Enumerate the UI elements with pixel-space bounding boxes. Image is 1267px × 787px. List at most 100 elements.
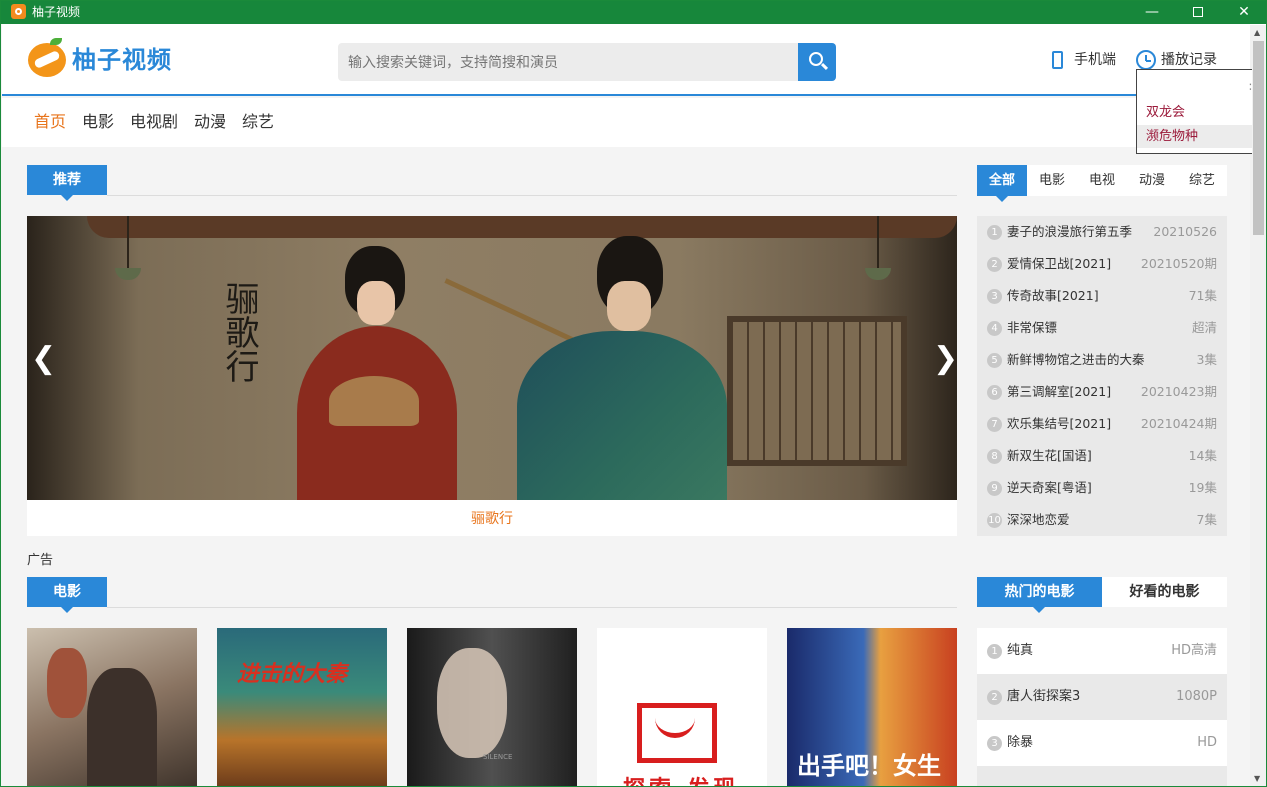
recommend-section-title: 推荐 xyxy=(27,165,107,201)
main-nav: 首页 电影 电视剧 动漫 综艺 xyxy=(2,98,1266,147)
rank-title: 传奇故事[2021] xyxy=(1007,288,1099,303)
rank-title: 逆天奇案[粤语] xyxy=(1007,480,1092,495)
app-window: 柚子视频 — ✕ 柚子视频 手机端 播放记录 ∶ 双龙会 濒危物种 首页 xyxy=(0,0,1267,787)
rank-number: 10 xyxy=(987,513,1002,528)
nav-anime[interactable]: 动漫 xyxy=(194,111,226,133)
scroll-down-icon[interactable]: ▼ xyxy=(1254,774,1260,783)
rank-episode: 20210424期 xyxy=(1140,416,1217,431)
vertical-scrollbar[interactable]: ▲ ▼ xyxy=(1250,25,1266,786)
rank-number: 1 xyxy=(987,644,1002,659)
list-item[interactable]: 2 爱情保卫战[2021] 20210520期 xyxy=(977,248,1227,280)
tab-all[interactable]: 全部 xyxy=(977,165,1027,202)
rank-number: 7 xyxy=(987,417,1002,432)
mobile-link[interactable]: 手机端 xyxy=(1052,50,1116,70)
tab-movie[interactable]: 电影 xyxy=(1027,165,1077,196)
rank-episode: 7集 xyxy=(1196,512,1217,527)
rank-episode: 20210520期 xyxy=(1140,256,1217,271)
list-item[interactable]: 4 非常保镖 超清 xyxy=(977,312,1227,344)
hero-next-arrow-icon[interactable]: ❯ xyxy=(933,341,958,376)
history-link[interactable]: 播放记录 xyxy=(1136,50,1217,70)
rank-episode: 3集 xyxy=(1196,352,1217,367)
poster-title: 出手吧！女生 xyxy=(797,752,941,780)
movie-poster[interactable]: 探索·发现 xyxy=(597,628,767,786)
close-button[interactable]: ✕ xyxy=(1221,1,1266,24)
hero-calligraphy: 骊歌行 xyxy=(219,281,259,383)
poster-title: 探索·发现 xyxy=(623,771,739,786)
nav-tv[interactable]: 电视剧 xyxy=(130,111,178,133)
scroll-up-icon[interactable]: ▲ xyxy=(1254,28,1260,37)
rank-number: 2 xyxy=(987,257,1002,272)
poster-title: SILENCE xyxy=(483,753,513,761)
movie-poster[interactable]: SILENCE xyxy=(407,628,577,786)
movie-section-title: 电影 xyxy=(27,577,107,613)
rank-title: 爱情保卫战[2021] xyxy=(1007,256,1112,271)
list-item[interactable]: 9 逆天奇案[粤语] 19集 xyxy=(977,472,1227,504)
search-button[interactable] xyxy=(798,43,836,81)
window-title: 柚子视频 xyxy=(32,5,81,19)
phone-icon xyxy=(1052,51,1063,69)
tab-anime[interactable]: 动漫 xyxy=(1127,165,1177,196)
list-item[interactable]: 5 新鲜博物馆之进击的大秦 3集 xyxy=(977,344,1227,376)
minimize-button[interactable]: — xyxy=(1129,1,1175,24)
rank-number: 2 xyxy=(987,690,1002,705)
logo[interactable]: 柚子视频 xyxy=(28,38,188,81)
nav-variety[interactable]: 综艺 xyxy=(242,111,274,133)
list-item[interactable]: 8 新双生花[国语] 14集 xyxy=(977,440,1227,472)
rank-episode: HD xyxy=(1197,735,1217,750)
rank-number: 4 xyxy=(987,321,1002,336)
history-item[interactable]: 濒危物种 xyxy=(1137,125,1252,148)
rank-number: 6 xyxy=(987,385,1002,400)
rank-episode: 20210423期 xyxy=(1140,384,1217,399)
rank-title: 除暴 xyxy=(1007,735,1034,750)
rank-episode: 20210526 xyxy=(1153,224,1217,239)
rank-title: 妻子的浪漫旅行第五季 xyxy=(1007,224,1133,239)
hero-prev-arrow-icon[interactable]: ❮ xyxy=(31,341,56,376)
list-item[interactable]: 6 第三调解室[2021] 20210423期 xyxy=(977,376,1227,408)
rank-title: 唐人街探案3 xyxy=(1007,689,1081,704)
list-item[interactable]: 2 唐人街探案3 1080P xyxy=(977,674,1227,720)
nav-movie[interactable]: 电影 xyxy=(82,111,114,133)
list-item[interactable]: 3 传奇故事[2021] 71集 xyxy=(977,280,1227,312)
category-tabs: 全部 电影 电视 动漫 综艺 xyxy=(977,165,1227,202)
rank-title: 欢乐集结号[2021] xyxy=(1007,416,1112,431)
close-icon[interactable]: ∶ xyxy=(1249,80,1252,94)
app-icon xyxy=(11,4,26,19)
list-item[interactable]: 1 妻子的浪漫旅行第五季 20210526 xyxy=(977,216,1227,248)
history-dropdown: ∶ 双龙会 濒危物种 xyxy=(1136,69,1252,154)
rank-episode: HD高清 xyxy=(1171,643,1217,658)
maximize-button[interactable] xyxy=(1175,1,1221,24)
poster-title: 进击的大秦 xyxy=(237,662,348,687)
search-input[interactable] xyxy=(338,43,798,81)
clock-icon xyxy=(1136,50,1156,70)
maximize-icon xyxy=(1193,7,1203,17)
movie-poster[interactable]: 进击的大秦 xyxy=(217,628,387,786)
brand-name: 柚子视频 xyxy=(72,46,172,74)
list-item[interactable]: 1 纯真 HD高清 xyxy=(977,628,1227,674)
tab-hot-movies[interactable]: 热门的电影 xyxy=(977,577,1102,613)
leaf-icon xyxy=(50,38,62,45)
rank-title: 新鲜博物馆之进击的大秦 xyxy=(1007,352,1145,367)
list-item[interactable] xyxy=(977,766,1227,786)
rank-title: 第三调解室[2021] xyxy=(1007,384,1112,399)
title-bar: 柚子视频 — ✕ xyxy=(1,1,1266,24)
mobile-label: 手机端 xyxy=(1074,52,1116,68)
tab-variety[interactable]: 综艺 xyxy=(1177,165,1227,196)
rank-list: 1 妻子的浪漫旅行第五季 20210526 2 爱情保卫战[2021] 20210520… xyxy=(977,216,1227,536)
list-item[interactable]: 7 欢乐集结号[2021] 20210424期 xyxy=(977,408,1227,440)
tab-tv[interactable]: 电视 xyxy=(1077,165,1127,196)
hero-banner[interactable]: 骊歌行 xyxy=(27,216,957,500)
movie-poster[interactable] xyxy=(27,628,197,786)
list-item[interactable]: 3 除暴 HD xyxy=(977,720,1227,766)
movie-poster[interactable]: 出手吧！女生 xyxy=(787,628,957,786)
grapefruit-icon xyxy=(28,43,66,77)
hero-figure-man xyxy=(444,236,757,500)
history-item[interactable]: 双龙会 xyxy=(1137,101,1252,124)
list-item[interactable]: 10 深深地恋爱 7集 xyxy=(977,504,1227,536)
hero-caption[interactable]: 骊歌行 xyxy=(27,500,957,536)
history-label: 播放记录 xyxy=(1161,52,1217,68)
nav-home[interactable]: 首页 xyxy=(34,111,66,133)
header: 柚子视频 手机端 播放记录 xyxy=(2,24,1266,96)
tab-good-movies[interactable]: 好看的电影 xyxy=(1102,577,1227,607)
ad-label: 广告 xyxy=(27,553,54,568)
scroll-thumb[interactable] xyxy=(1253,41,1264,235)
